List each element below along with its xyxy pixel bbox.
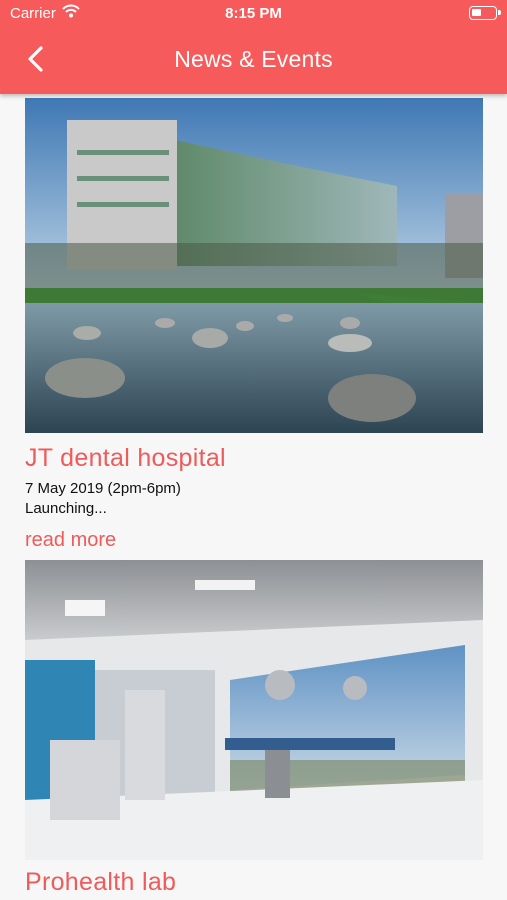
status-bar: Carrier 8:15 PM (0, 0, 507, 28)
event-date: 7 May 2019 (2pm-6pm) (25, 480, 181, 497)
app-header: Carrier 8:15 PM News & Events (0, 0, 507, 94)
event-summary: Launching... (25, 500, 107, 517)
event-title[interactable]: Prohealth lab (25, 868, 483, 897)
read-more-link[interactable]: read more (25, 529, 116, 552)
event-photo-lab[interactable] (25, 560, 483, 860)
event-title[interactable]: JT dental hospital (25, 444, 483, 473)
news-feed[interactable]: JT dental hospital 7 May 2019 (2pm-6pm) … (0, 94, 507, 900)
event-card[interactable]: Prohealth lab (25, 560, 483, 897)
event-photo-hospital[interactable] (25, 98, 483, 433)
battery-icon (469, 6, 501, 20)
event-card[interactable]: JT dental hospital 7 May 2019 (2pm-6pm) … (25, 98, 483, 552)
status-time: 8:15 PM (225, 5, 282, 22)
page-title: News & Events (174, 46, 333, 72)
